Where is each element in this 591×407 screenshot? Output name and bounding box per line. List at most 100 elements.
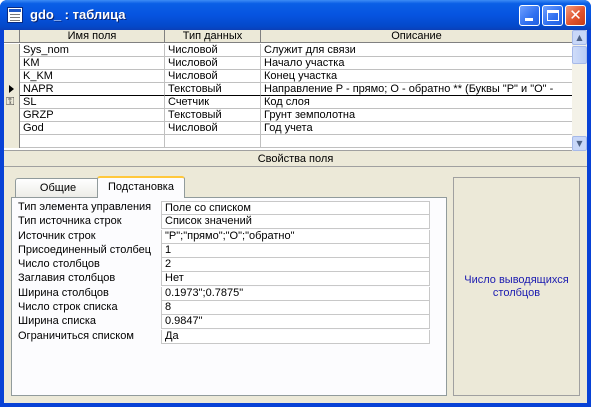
field-name-cell[interactable]: NAPR: [20, 83, 165, 96]
scroll-up-button[interactable]: ▲: [572, 30, 587, 45]
row-selector[interactable]: [4, 122, 20, 135]
property-row: Тип источника строк Список значений: [16, 215, 430, 230]
description-cell[interactable]: Начало участка: [261, 57, 572, 70]
data-type-cell[interactable]: Числовой: [165, 122, 261, 135]
field-name-cell[interactable]: Sys_nom: [20, 44, 165, 57]
minimize-icon: [525, 18, 533, 21]
primary-key-icon: ⚿: [6, 95, 15, 108]
field-design-grid: Имя поля Тип данных Описание Sys_nom Числ…: [4, 30, 587, 151]
field-name-cell[interactable]: GRZP: [20, 109, 165, 122]
row-selector[interactable]: [4, 109, 20, 122]
scroll-down-button[interactable]: ▼: [572, 136, 587, 151]
property-value-field[interactable]: Список значений: [161, 215, 430, 230]
property-row: Ограничиться списком Да: [16, 329, 430, 344]
property-help-text: Число выводящихся столбцов: [464, 274, 569, 299]
property-label: Тип источника строк: [18, 215, 122, 228]
header-field-name: Имя поля: [20, 30, 165, 43]
window-title: gdo_ : таблица: [30, 7, 126, 22]
property-value-field[interactable]: 0.1973";0.7875": [161, 286, 430, 301]
table-icon[interactable]: [7, 7, 23, 23]
tab-lookup[interactable]: Подстановка: [97, 176, 185, 198]
grid-vertical-scrollbar[interactable]: ▲ ▼: [572, 30, 587, 151]
data-type-cell[interactable]: Текстовый: [165, 109, 261, 122]
row-selector[interactable]: [4, 70, 20, 83]
maximize-button[interactable]: [542, 5, 563, 26]
row-selector[interactable]: ⚿: [4, 96, 20, 109]
close-icon: ✕: [569, 6, 582, 24]
row-selector[interactable]: [4, 57, 20, 70]
property-label: Источник строк: [18, 229, 96, 242]
table-row[interactable]: NAPR Текстовый Направление P - прямо; O - …: [4, 83, 572, 96]
property-value-field[interactable]: Да: [161, 329, 430, 344]
data-type-cell[interactable]: [165, 135, 261, 148]
table-row[interactable]: K_KM Числовой Конец участка: [4, 70, 572, 83]
property-label: Число столбцов: [18, 258, 100, 271]
field-name-cell[interactable]: God: [20, 122, 165, 135]
header-selector[interactable]: [4, 30, 20, 43]
property-value-field[interactable]: 2: [161, 258, 430, 273]
row-selector[interactable]: [4, 44, 20, 57]
table-row[interactable]: KM Числовой Начало участка: [4, 57, 572, 70]
field-name-cell[interactable]: SL: [20, 96, 165, 109]
property-value-field[interactable]: 0.9847": [161, 315, 430, 330]
description-cell[interactable]: Конец участка: [261, 70, 572, 83]
divider: [4, 166, 587, 167]
access-table-design-window: gdo_ : таблица ✕ Имя поля Тип данных Опи…: [0, 0, 591, 407]
lookup-properties-panel: Тип элемента управления Поле со списком Ти…: [11, 197, 447, 396]
table-row[interactable]: Sys_nom Числовой Служит для связи: [4, 44, 572, 57]
property-label: Ширина столбцов: [18, 286, 109, 299]
tab-general[interactable]: Общие: [15, 178, 101, 198]
property-value-field[interactable]: "P";"прямо";"O";"обратно": [161, 229, 430, 244]
scroll-thumb[interactable]: [572, 46, 587, 64]
property-value-field[interactable]: Нет: [161, 272, 430, 287]
description-cell[interactable]: Код слоя: [261, 96, 572, 109]
description-cell[interactable]: Направление P - прямо; O - обратно ** (Б…: [261, 83, 572, 96]
property-row: Заглавия столбцов Нет: [16, 272, 430, 287]
property-row: Ширина списка 0.9847": [16, 315, 430, 330]
table-row[interactable]: GRZP Текстовый Грунт земполотна: [4, 109, 572, 122]
property-list: Тип элемента управления Поле со списком Ти…: [16, 201, 430, 344]
property-row: Ширина столбцов 0.1973";0.7875": [16, 286, 430, 301]
field-properties-title: Свойства поля: [4, 152, 587, 166]
header-description: Описание: [391, 30, 442, 42]
table-row[interactable]: God Числовой Год учета: [4, 122, 572, 135]
table-row[interactable]: [4, 135, 572, 148]
description-cell[interactable]: [261, 135, 572, 148]
property-value-field[interactable]: 1: [161, 243, 430, 258]
field-name-cell[interactable]: [20, 135, 165, 148]
data-type-cell[interactable]: Числовой: [165, 57, 261, 70]
property-value-field[interactable]: 8: [161, 301, 430, 316]
maximize-icon: [547, 10, 559, 21]
data-type-cell[interactable]: Счетчик: [165, 96, 261, 109]
description-cell[interactable]: Год учета: [261, 122, 572, 135]
current-row-arrow-icon: [9, 85, 14, 93]
property-value-field[interactable]: Поле со списком: [161, 201, 430, 215]
property-row: Тип элемента управления Поле со списком: [16, 201, 430, 215]
field-name-cell[interactable]: K_KM: [20, 70, 165, 83]
data-type-cell[interactable]: Числовой: [165, 44, 261, 57]
field-name-cell[interactable]: KM: [20, 57, 165, 70]
grid-header: Имя поля Тип данных Описание: [4, 30, 572, 43]
property-label: Число строк списка: [18, 301, 118, 314]
property-label: Заглавия столбцов: [18, 272, 116, 285]
property-row: Число столбцов 2: [16, 258, 430, 273]
header-data-type: Тип данных: [165, 30, 261, 43]
property-label: Присоединенный столбец: [18, 243, 152, 256]
property-row: Источник строк "P";"прямо";"O";"обратно": [16, 229, 430, 244]
data-type-cell[interactable]: Числовой: [165, 70, 261, 83]
description-cell[interactable]: Служит для связи: [261, 44, 572, 57]
data-type-cell[interactable]: Текстовый: [165, 83, 261, 96]
property-label: Ширина списка: [18, 315, 97, 328]
property-label: Ограничиться списком: [18, 329, 134, 342]
grid-body: Sys_nom Числовой Служит для связи KM Числово…: [4, 44, 572, 148]
table-row[interactable]: ⚿ SL Счетчик Код слоя: [4, 96, 572, 109]
description-cell[interactable]: Грунт земполотна: [261, 109, 572, 122]
property-row: Число строк списка 8: [16, 301, 430, 316]
property-help-box: Число выводящихся столбцов: [453, 177, 580, 396]
close-button[interactable]: ✕: [565, 5, 586, 26]
property-row: Присоединенный столбец 1: [16, 243, 430, 258]
minimize-button[interactable]: [519, 5, 540, 26]
title-bar[interactable]: gdo_ : таблица ✕: [0, 0, 591, 30]
row-selector[interactable]: [4, 135, 20, 148]
property-label: Тип элемента управления: [18, 201, 152, 213]
